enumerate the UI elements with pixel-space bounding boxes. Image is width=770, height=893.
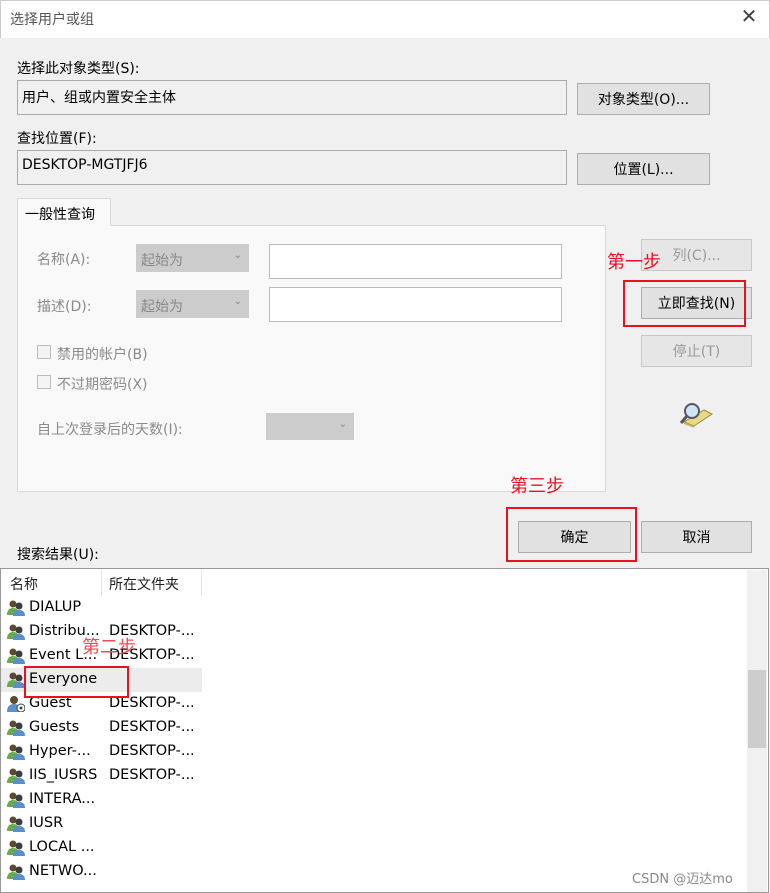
list-item[interactable]: INTERA... [1,788,202,812]
location-label: 查找位置(F): [17,131,97,147]
scrollbar-thumb[interactable] [748,670,766,748]
group-icon [7,767,25,784]
disabled-accounts-label: 禁用的帐户(B) [57,347,148,363]
group-icon [7,599,25,616]
search-results-label: 搜索结果(U): [17,547,99,563]
item-name: IIS_IUSRS [29,767,98,783]
name-label: 名称(A): [37,252,91,268]
step1-highlight [623,280,746,327]
tab-general-query[interactable]: 一般性查询 [17,198,111,226]
item-name: INTERA... [29,791,96,807]
group-icon [7,671,25,688]
chevron-down-icon: ⌄ [233,296,242,307]
group-icon [7,791,25,808]
locations-button[interactable]: 位置(L)... [577,153,710,185]
step3-annotation: 第三步 [510,476,564,497]
search-results-icon [679,403,713,428]
item-folder: DESKTOP-... [109,743,195,759]
item-name: NETWO... [29,863,97,879]
group-icon [7,839,25,856]
group-icon [7,815,25,832]
item-folder: DESKTOP-... [109,767,195,783]
dialog-title: 选择用户或组 [10,12,94,28]
name-mode-value: 起始为 [141,253,183,269]
column-header-folder[interactable]: 所在文件夹 [102,570,202,596]
non-expiring-password-label: 不过期密码(X) [57,377,148,393]
close-icon[interactable]: ✕ [737,4,761,28]
description-input[interactable] [269,287,562,322]
disabled-accounts-checkbox[interactable] [37,345,51,359]
name-input[interactable] [269,244,562,279]
object-type-label: 选择此对象类型(S): [17,61,140,77]
group-icon [7,863,25,880]
list-item[interactable]: IUSR [1,812,202,836]
list-item[interactable]: NETWO... [1,860,202,884]
list-item[interactable]: DIALUP [1,596,202,620]
description-mode-select[interactable]: 起始为 ⌄ [136,290,249,318]
list-item[interactable]: Guests DESKTOP-... [1,716,202,740]
list-item[interactable]: Hyper-... DESKTOP-... [1,740,202,764]
stop-button[interactable]: 停止(T) [641,335,752,367]
item-name: IUSR [29,815,64,831]
object-type-field: 用户、组或内置安全主体 [17,80,567,115]
list-item[interactable]: IIS_IUSRS DESKTOP-... [1,764,202,788]
description-label: 描述(D): [37,299,92,315]
watermark: CSDN @迈达mo [632,868,733,887]
column-header-name[interactable]: 名称 [1,570,102,596]
cancel-button[interactable]: 取消 [641,521,752,553]
object-types-button[interactable]: 对象类型(O)... [577,83,710,115]
item-folder: DESKTOP-... [109,719,195,735]
step2-annotation: 第二步 [82,637,136,658]
item-name: Guests [29,719,80,735]
list-item[interactable]: LOCAL ... [1,836,202,860]
group-icon [7,743,25,760]
group-icon [7,623,25,640]
step1-annotation: 第一步 [607,252,661,273]
days-since-logon-select[interactable]: ⌄ [266,413,354,440]
chevron-down-icon: ⌄ [233,250,242,261]
item-name: LOCAL ... [29,839,95,855]
non-expiring-password-checkbox[interactable] [37,375,51,389]
group-icon [7,647,25,664]
group-icon [7,719,25,736]
step3-highlight [506,507,637,562]
step2-highlight [24,666,129,698]
user-icon [7,695,26,713]
name-mode-select[interactable]: 起始为 ⌄ [136,244,249,272]
item-name: DIALUP [29,599,82,615]
days-since-logon-label: 自上次登录后的天数(I): [37,422,183,438]
description-mode-value: 起始为 [141,299,183,315]
chevron-down-icon: ⌄ [338,419,347,430]
location-field: DESKTOP-MGTJFJ6 [17,150,567,185]
title-bar [0,0,770,38]
item-name: Hyper-... [29,743,91,759]
